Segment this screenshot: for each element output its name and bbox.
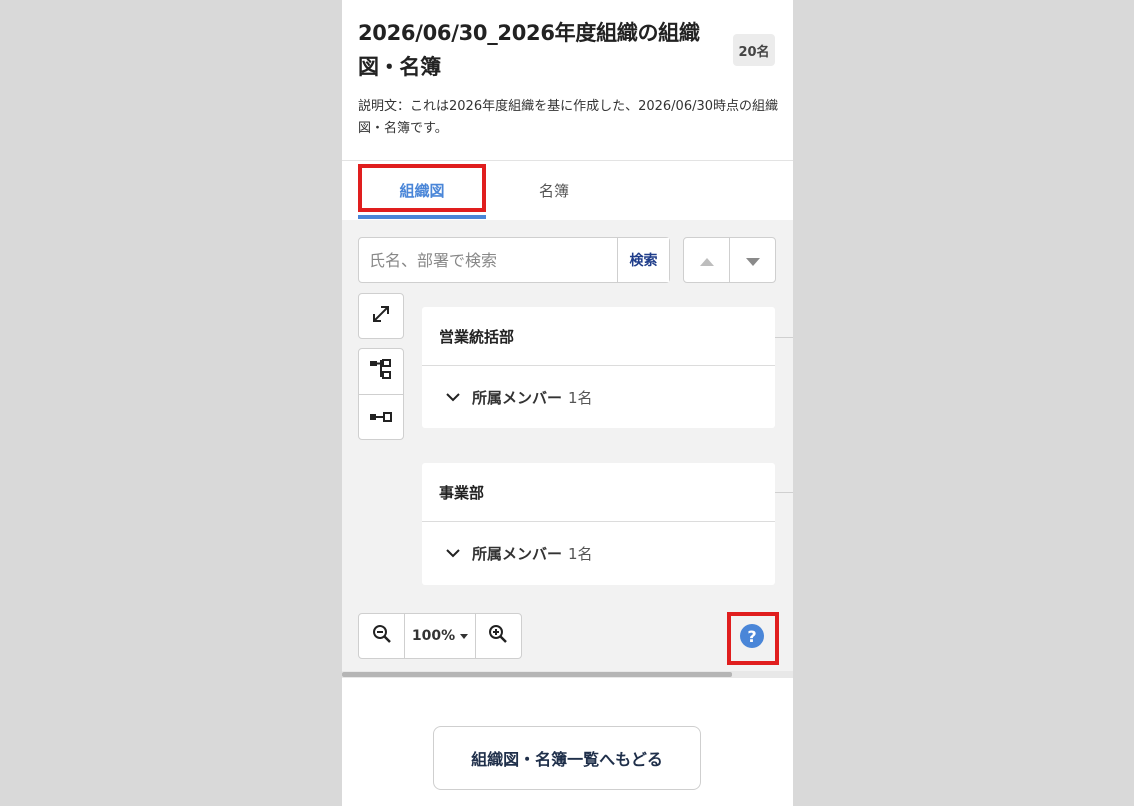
triangle-up-icon (699, 251, 714, 270)
tree-layout-icon (369, 358, 393, 386)
page-description: 説明文：これは2026年度組織を基に作成した、2026/06/30時点の組織図・… (358, 99, 779, 136)
search-button[interactable]: 検索 (617, 238, 669, 282)
org-node-card[interactable]: 営業統括部 所属メンバー 1名 (422, 307, 775, 428)
member-count-badge: 20名 (733, 34, 775, 66)
members-count: 1名 (568, 544, 593, 563)
tab-org-chart[interactable]: 組織図 (358, 161, 486, 219)
result-nav-buttons (683, 237, 776, 283)
flat-layout-button[interactable] (358, 394, 404, 440)
flat-layout-icon (369, 408, 393, 427)
tab-bar: 組織図 名簿 (342, 161, 793, 221)
chevron-down-icon (446, 548, 460, 558)
tree-layout-button[interactable] (358, 348, 404, 395)
zoom-in-icon (488, 624, 508, 648)
previous-result-button[interactable] (684, 238, 729, 282)
back-to-list-button[interactable]: 組織図・名簿一覧へもどる (433, 726, 701, 790)
org-chart-canvas[interactable]: 検索 (342, 220, 793, 678)
expand-diagonal-icon (370, 303, 392, 329)
chart-connector-line (775, 492, 793, 493)
org-node-card[interactable]: 事業部 所属メンバー 1名 (422, 463, 775, 585)
org-chart-panel: 2026/06/30_2026年度組織の組織図・名簿 20名 説明文：これは20… (342, 0, 793, 806)
caret-down-icon (460, 633, 469, 639)
zoom-level-select[interactable]: 100% (404, 614, 476, 658)
zoom-out-icon (372, 624, 392, 648)
expand-view-button[interactable] (358, 293, 404, 339)
org-node-name: 事業部 (422, 463, 775, 522)
scrollbar-thumb[interactable] (342, 672, 732, 677)
org-node-name: 営業統括部 (422, 307, 775, 366)
search-input[interactable] (359, 238, 617, 282)
triangle-down-icon (745, 251, 760, 270)
chart-connector-line (775, 337, 793, 338)
members-toggle[interactable]: 所属メンバー 1名 (422, 522, 775, 584)
page-header: 2026/06/30_2026年度組織の組織図・名簿 20名 説明文：これは20… (342, 0, 793, 161)
tab-roster[interactable]: 名簿 (490, 161, 618, 219)
help-icon[interactable]: ? (740, 624, 764, 648)
zoom-controls: 100% (358, 613, 522, 659)
members-count: 1名 (568, 388, 593, 407)
members-toggle[interactable]: 所属メンバー 1名 (422, 366, 775, 428)
chevron-down-icon (446, 392, 460, 402)
page-title: 2026/06/30_2026年度組織の組織図・名簿 (358, 21, 700, 79)
zoom-out-button[interactable] (359, 614, 404, 658)
members-label: 所属メンバー (472, 544, 563, 563)
zoom-level-value: 100% (411, 628, 456, 644)
next-result-button[interactable] (729, 238, 775, 282)
zoom-in-button[interactable] (476, 614, 521, 658)
members-label: 所属メンバー (472, 388, 563, 407)
search-bar: 検索 (358, 237, 670, 283)
